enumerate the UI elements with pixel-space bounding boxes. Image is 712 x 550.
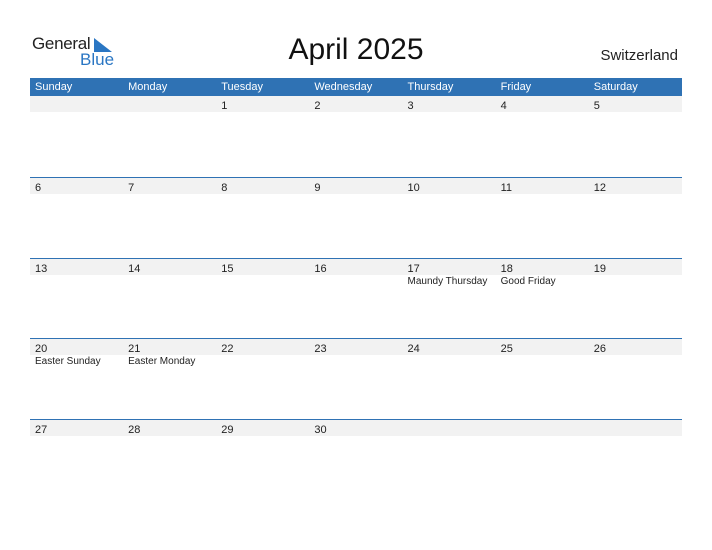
day-cell: 27 bbox=[30, 420, 123, 436]
day-number: 1 bbox=[221, 100, 228, 112]
day-cell: 15 bbox=[216, 259, 309, 275]
day-cell bbox=[496, 420, 589, 436]
day-number: 8 bbox=[221, 182, 228, 194]
day-cell: 19 bbox=[589, 259, 682, 275]
day-cell: 12 bbox=[589, 178, 682, 194]
day-cell: 21 Easter Monday bbox=[123, 339, 216, 367]
date-strip: 6 7 8 9 10 11 12 bbox=[30, 178, 682, 194]
weekday-tuesday: Tuesday bbox=[221, 81, 264, 93]
day-cell: 14 bbox=[123, 259, 216, 275]
day-cell: 13 bbox=[30, 259, 123, 275]
country-label: Switzerland bbox=[600, 47, 678, 64]
weekday-friday: Friday bbox=[500, 81, 532, 93]
day-number: 30 bbox=[314, 423, 327, 436]
date-strip: 13 14 15 16 17 Maundy Thursday 18 Good Friday 19 bbox=[30, 258, 682, 287]
weekday-wednesday: Wednesday bbox=[314, 81, 373, 93]
week-row: 27 28 29 30 bbox=[30, 418, 682, 500]
holiday-label: Good Friday bbox=[500, 275, 556, 287]
weeks-container: 1 2 3 4 5 6 7 8 9 10 11 12 13 14 15 16 17 Maundy Thursday… bbox=[30, 96, 682, 499]
day-number: 29 bbox=[221, 423, 234, 436]
day-cell: 4 bbox=[496, 96, 589, 112]
day-number: 15 bbox=[221, 262, 234, 275]
day-cell: 3 bbox=[403, 96, 496, 112]
day-cell: 6 bbox=[30, 178, 123, 194]
date-strip: 27 28 29 30 bbox=[30, 419, 682, 436]
day-cell: 10 bbox=[403, 178, 496, 194]
week-row: 13 14 15 16 17 Maundy Thursday 18 Good Friday 19 bbox=[30, 257, 682, 339]
day-number: 26 bbox=[593, 343, 606, 355]
day-number: 19 bbox=[593, 262, 606, 275]
day-cell: 26 bbox=[589, 339, 682, 355]
holiday-label: Maundy Thursday bbox=[407, 275, 488, 287]
day-number: 2 bbox=[314, 100, 321, 112]
day-cell: 1 bbox=[216, 96, 309, 112]
date-strip: 20 Easter Sunday 21 Easter Monday 22 23 24 25 26 bbox=[30, 339, 682, 367]
day-cell: 29 bbox=[216, 420, 309, 436]
holiday-label: Easter Monday bbox=[128, 356, 196, 367]
day-cell: 17 Maundy Thursday bbox=[403, 259, 496, 287]
day-number: 20 bbox=[35, 343, 48, 355]
day-number: 5 bbox=[593, 100, 600, 112]
day-cell: 7 bbox=[123, 178, 216, 194]
date-strip: 1 2 3 4 5 bbox=[30, 96, 682, 112]
day-number: 10 bbox=[407, 182, 420, 194]
day-cell: 16 bbox=[309, 259, 402, 275]
day-number: 14 bbox=[128, 262, 141, 275]
day-number: 16 bbox=[314, 262, 327, 275]
day-number: 23 bbox=[314, 343, 327, 355]
week-row: 20 Easter Sunday 21 Easter Monday 22 23 24 25 26 bbox=[30, 338, 682, 419]
day-cell bbox=[403, 420, 496, 436]
day-cell: 25 bbox=[496, 339, 589, 355]
day-cell: 22 bbox=[216, 339, 309, 355]
day-cell: 9 bbox=[309, 178, 402, 194]
day-number: 28 bbox=[128, 423, 141, 436]
day-cell: 18 Good Friday bbox=[496, 259, 589, 287]
day-cell: 20 Easter Sunday bbox=[30, 339, 123, 367]
day-number: 27 bbox=[35, 423, 48, 436]
day-cell: 11 bbox=[496, 178, 589, 194]
week-row: 1 2 3 4 5 bbox=[30, 96, 682, 177]
day-cell bbox=[30, 96, 123, 112]
day-number: 21 bbox=[128, 343, 141, 355]
day-cell: 28 bbox=[123, 420, 216, 436]
day-number: 18 bbox=[500, 262, 513, 275]
weekday-thursday: Thursday bbox=[407, 81, 454, 93]
day-cell bbox=[589, 420, 682, 436]
weekday-monday: Monday bbox=[128, 81, 168, 93]
day-number: 25 bbox=[500, 343, 513, 355]
week-row: 6 7 8 9 10 11 12 bbox=[30, 177, 682, 258]
weekday-sunday: Sunday bbox=[35, 81, 73, 93]
day-number: 12 bbox=[593, 182, 606, 194]
day-number: 6 bbox=[35, 182, 42, 194]
holiday-label: Easter Sunday bbox=[35, 356, 101, 367]
day-cell bbox=[123, 96, 216, 112]
day-number: 4 bbox=[500, 100, 507, 112]
day-number: 22 bbox=[221, 343, 234, 355]
day-number: 13 bbox=[35, 262, 48, 275]
day-cell: 2 bbox=[309, 96, 402, 112]
day-cell: 5 bbox=[589, 96, 682, 112]
day-number: 17 bbox=[407, 262, 420, 275]
day-number: 24 bbox=[407, 343, 420, 355]
day-cell: 30 bbox=[309, 420, 402, 436]
calendar-grid: Sunday Monday Tuesday Wednesday Thursday… bbox=[30, 78, 682, 499]
day-number: 9 bbox=[314, 182, 321, 194]
weekday-saturday: Saturday bbox=[593, 81, 638, 93]
day-number: 3 bbox=[407, 100, 414, 112]
day-cell: 8 bbox=[216, 178, 309, 194]
day-number: 11 bbox=[500, 182, 513, 194]
day-cell: 24 bbox=[403, 339, 496, 355]
day-cell: 23 bbox=[309, 339, 402, 355]
weekday-header: Sunday Monday Tuesday Wednesday Thursday… bbox=[30, 78, 682, 96]
day-number: 7 bbox=[128, 182, 135, 194]
